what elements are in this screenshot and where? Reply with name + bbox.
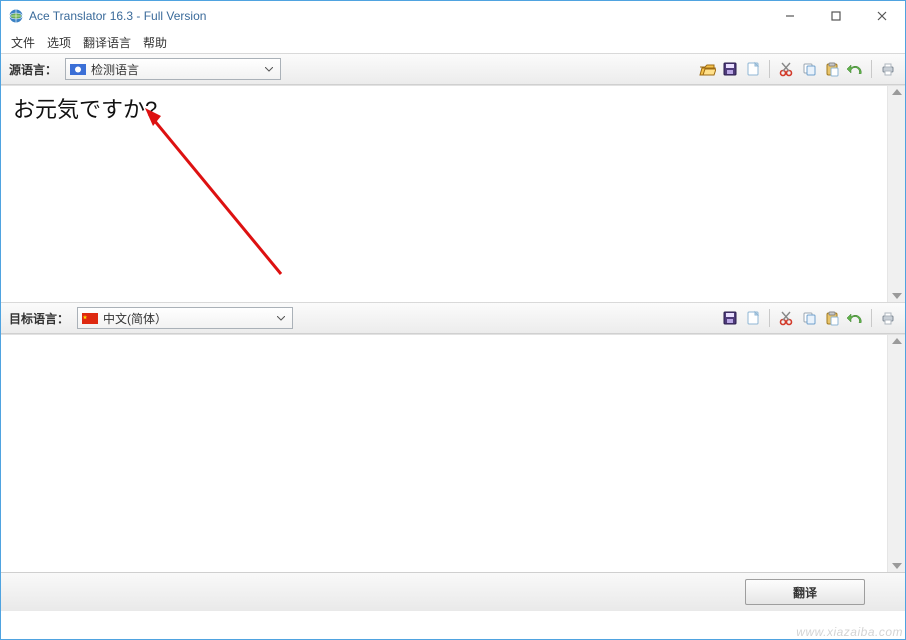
menu-bar: 文件 选项 翻译语言 帮助 <box>1 31 905 53</box>
new-icon[interactable] <box>744 60 762 78</box>
cut-icon[interactable] <box>777 309 795 327</box>
source-toolbar-icons <box>698 60 897 78</box>
save-icon[interactable] <box>721 309 739 327</box>
source-language-label: 源语言： <box>9 61 57 78</box>
title-bar: Ace Translator 16.3 - Full Version <box>1 1 905 31</box>
copy-icon[interactable] <box>800 60 818 78</box>
source-scrollbar[interactable] <box>887 86 905 302</box>
paste-icon[interactable] <box>823 309 841 327</box>
new-icon[interactable] <box>744 309 762 327</box>
close-button[interactable] <box>859 1 905 31</box>
target-language-label: 目标语言： <box>9 310 69 327</box>
target-language-select[interactable]: 中文(简体） <box>77 307 293 329</box>
open-icon[interactable] <box>698 60 716 78</box>
print-icon[interactable] <box>879 309 897 327</box>
watermark-text: www.xiazaiba.com <box>796 625 903 639</box>
copy-icon[interactable] <box>800 309 818 327</box>
minimize-button[interactable] <box>767 1 813 31</box>
detect-flag-icon <box>70 64 86 75</box>
china-flag-icon <box>82 313 98 324</box>
menu-translation-language[interactable]: 翻译语言 <box>83 34 131 51</box>
source-language-value: 检测语言 <box>91 61 262 78</box>
save-icon[interactable] <box>721 60 739 78</box>
chevron-down-icon <box>262 59 276 79</box>
scroll-up-icon[interactable] <box>892 89 902 95</box>
bottom-bar: 翻译 <box>1 572 905 611</box>
target-text-pane <box>1 334 905 572</box>
menu-file[interactable]: 文件 <box>11 34 35 51</box>
scroll-down-icon[interactable] <box>892 293 902 299</box>
translate-button[interactable]: 翻译 <box>745 579 865 605</box>
app-globe-icon <box>9 9 23 23</box>
menu-options[interactable]: 选项 <box>47 34 71 51</box>
scroll-down-icon[interactable] <box>892 563 902 569</box>
paste-icon[interactable] <box>823 60 841 78</box>
undo-icon[interactable] <box>846 60 864 78</box>
scroll-up-icon[interactable] <box>892 338 902 344</box>
window-title: Ace Translator 16.3 - Full Version <box>29 9 206 23</box>
chevron-down-icon <box>274 308 288 328</box>
target-toolbar: 目标语言： 中文(简体） <box>1 302 905 334</box>
target-text-area[interactable] <box>1 335 887 572</box>
undo-icon[interactable] <box>846 309 864 327</box>
menu-help[interactable]: 帮助 <box>143 34 167 51</box>
target-toolbar-icons <box>721 309 897 327</box>
target-scrollbar[interactable] <box>887 335 905 572</box>
print-icon[interactable] <box>879 60 897 78</box>
source-text-area[interactable]: お元気ですか? <box>1 86 887 302</box>
target-language-value: 中文(简体） <box>103 310 274 327</box>
source-toolbar: 源语言： 检测语言 <box>1 53 905 85</box>
source-text-pane: お元気ですか? <box>1 85 905 302</box>
source-language-select[interactable]: 检测语言 <box>65 58 281 80</box>
maximize-button[interactable] <box>813 1 859 31</box>
cut-icon[interactable] <box>777 60 795 78</box>
